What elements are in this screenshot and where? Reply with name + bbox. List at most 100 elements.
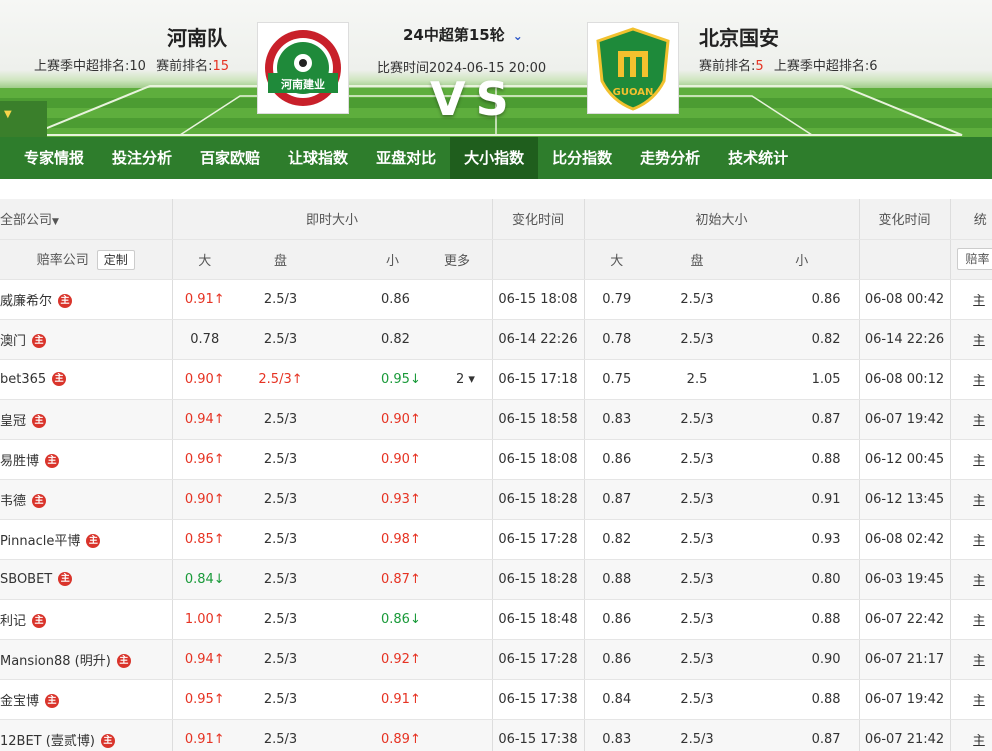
more-odds-dropdown[interactable]: 2 ▾ — [444, 359, 493, 400]
home-badge-icon: 主 — [100, 734, 115, 748]
home-team-name[interactable]: 河南队 — [167, 22, 227, 51]
more-odds-dropdown[interactable] — [444, 399, 493, 440]
stats-link[interactable]: 主 — [949, 559, 992, 600]
away-team-logo[interactable]: GUOAN — [587, 22, 679, 114]
all-companies-filter[interactable]: 全部公司▼ — [0, 199, 172, 240]
nav-tab-2[interactable]: 百家欧赔 — [186, 137, 274, 179]
company-name[interactable]: 澳门 — [0, 334, 26, 349]
more-odds-dropdown[interactable] — [444, 279, 493, 320]
company-cell[interactable]: 利记主 — [0, 599, 172, 640]
stats-link[interactable]: 主 — [949, 639, 992, 680]
nav-tab-5[interactable]: 大小指数 — [450, 137, 539, 179]
more-odds-dropdown[interactable] — [444, 639, 493, 680]
company-name[interactable]: SBOBET — [0, 572, 52, 587]
table-row[interactable]: 金宝博主 0.95↑ 2.5/3 0.91↑ 06-15 17:38 0.84 2.5/3 0… — [0, 679, 992, 720]
table-row[interactable]: Pinnacle平博主 0.85↑ 2.5/3 0.98↑ 06-15 17:28 0.8… — [0, 519, 992, 560]
company-cell[interactable]: 澳门主 — [0, 319, 172, 360]
table-row[interactable]: bet365 主 0.90↑ 2.5/3↑ 0.95↓ 2 ▾ 06-15 17:18 0.7… — [0, 359, 992, 400]
round-selector[interactable]: 24中超第15轮 ⌄ — [403, 24, 523, 45]
stats-link[interactable]: 主 — [949, 359, 992, 400]
company-name[interactable]: 威廉希尔 — [0, 294, 52, 309]
nav-tab-8[interactable]: 技术统计 — [714, 137, 802, 179]
more-odds-dropdown[interactable] — [444, 519, 493, 560]
all-companies-label: 全部公司 — [0, 213, 53, 229]
table-row[interactable]: 易胜博主 0.96↑ 2.5/3 0.90↑ 06-15 18:08 0.86 2.5/3 0… — [0, 439, 992, 480]
company-name[interactable]: 易胜博 — [0, 454, 39, 469]
nav-tab-6[interactable]: 比分指数 — [538, 137, 626, 179]
company-name[interactable]: 利记 — [0, 614, 26, 629]
stats-link[interactable]: 主 — [949, 399, 992, 440]
more-odds-dropdown[interactable] — [444, 719, 493, 751]
live-line: 2.5/3 — [237, 319, 324, 360]
live-line: 2.5/3 — [237, 439, 324, 480]
home-badge-icon: 主 — [86, 534, 101, 548]
away-team-name[interactable]: 北京国安 — [699, 22, 779, 51]
initial-line: 2.5/3 — [649, 639, 746, 680]
company-cell[interactable]: 12BET (壹贰博) 主 — [0, 719, 172, 751]
more-odds-dropdown[interactable] — [444, 559, 493, 600]
initial-small-odds: 0.93 — [745, 519, 860, 560]
nav-tab-7[interactable]: 走势分析 — [626, 137, 714, 179]
initial-line: 2.5/3 — [649, 399, 746, 440]
initial-big-odds: 0.87 — [583, 479, 650, 520]
more-odds-dropdown[interactable] — [444, 479, 493, 520]
more-odds-dropdown[interactable] — [444, 599, 493, 640]
more-odds-dropdown[interactable] — [444, 319, 493, 360]
change-time: 06-15 17:38 — [491, 719, 585, 751]
stats-link[interactable]: 主 — [949, 439, 992, 480]
stats-link[interactable]: 主 — [949, 719, 992, 751]
home-team-logo[interactable]: 河南建业 — [257, 22, 349, 114]
company-column-header: 赔率公司 定制 — [0, 239, 172, 280]
nav-tab-0[interactable]: 专家情报 — [0, 137, 98, 179]
table-row[interactable]: 威廉希尔主 0.91↑ 2.5/3 0.86 06-15 18:08 0.79 2.5/3 0… — [0, 279, 992, 320]
company-name[interactable]: 皇冠 — [0, 414, 26, 429]
company-cell[interactable]: 金宝博主 — [0, 679, 172, 720]
company-cell[interactable]: Mansion88 (明升) 主 — [0, 639, 172, 680]
home-logo-text: 河南建业 — [281, 77, 325, 91]
nav-tab-1[interactable]: 投注分析 — [98, 137, 186, 179]
live-line: 2.5/3 — [237, 559, 324, 600]
table-row[interactable]: SBOBET 主 0.84↓ 2.5/3 0.87↑ 06-15 18:28 0.88 2.5… — [0, 559, 992, 600]
company-name[interactable]: bet365 — [0, 372, 46, 387]
more-odds-dropdown[interactable] — [444, 679, 493, 720]
more-odds-dropdown[interactable] — [444, 439, 493, 480]
stats-link[interactable]: 主 — [949, 279, 992, 320]
table-row[interactable]: 皇冠主 0.94↑ 2.5/3 0.90↑ 06-15 18:58 0.83 2.5/3 0.… — [0, 399, 992, 440]
initial-ou-header: 初始大小 — [583, 199, 860, 240]
initial-small-odds: 0.80 — [745, 559, 860, 600]
stats-link[interactable]: 主 — [949, 319, 992, 360]
stats-link[interactable]: 主 — [949, 479, 992, 520]
company-cell[interactable]: 易胜博主 — [0, 439, 172, 480]
stats-link[interactable]: 主 — [949, 519, 992, 560]
live-small-odds: 0.93↑ — [324, 479, 444, 520]
stats-link[interactable]: 主 — [949, 599, 992, 640]
nav-tab-4[interactable]: 亚盘对比 — [362, 137, 450, 179]
company-name[interactable]: Pinnacle平博 — [0, 534, 80, 549]
initial-big-odds: 0.75 — [583, 359, 650, 400]
away-last-season-rank: 6 — [869, 59, 878, 74]
table-row[interactable]: Mansion88 (明升) 主 0.94↑ 2.5/3 0.92↑ 06-15 17:2… — [0, 639, 992, 680]
table-row[interactable]: 澳门主 0.78 2.5/3 0.82 06-14 22:26 0.78 2.5/3 0.82… — [0, 319, 992, 360]
company-name[interactable]: 韦德 — [0, 494, 26, 509]
company-cell[interactable]: bet365 主 — [0, 359, 172, 400]
company-cell[interactable]: SBOBET 主 — [0, 559, 172, 600]
table-row[interactable]: 利记主 1.00↑ 2.5/3 0.86↓ 06-15 18:48 0.86 2.5/3 0.… — [0, 599, 992, 640]
change-time: 06-14 22:26 — [491, 319, 585, 360]
home-badge-icon: 主 — [116, 654, 131, 668]
initial-big-header: 大 — [583, 239, 650, 280]
table-row[interactable]: 韦德主 0.90↑ 2.5/3 0.93↑ 06-15 18:28 0.87 2.5/3 0.… — [0, 479, 992, 520]
side-dropdown-tab[interactable]: ▼ — [0, 101, 47, 137]
company-name[interactable]: Mansion88 (明升) — [0, 654, 111, 669]
stats-link[interactable]: 主 — [949, 679, 992, 720]
odds-filter-button[interactable]: 赔率 — [956, 248, 992, 270]
company-cell[interactable]: 韦德主 — [0, 479, 172, 520]
company-cell[interactable]: 皇冠主 — [0, 399, 172, 440]
company-name[interactable]: 金宝博 — [0, 694, 39, 709]
nav-tab-3[interactable]: 让球指数 — [274, 137, 362, 179]
company-cell[interactable]: Pinnacle平博主 — [0, 519, 172, 560]
company-cell[interactable]: 威廉希尔主 — [0, 279, 172, 320]
live-small-odds: 0.91↑ — [324, 679, 444, 720]
table-row[interactable]: 12BET (壹贰博) 主 0.91↑ 2.5/3 0.89↑ 06-15 17:38 0.… — [0, 719, 992, 751]
company-name[interactable]: 12BET (壹贰博) — [0, 734, 95, 749]
customize-button[interactable]: 定制 — [96, 249, 135, 270]
